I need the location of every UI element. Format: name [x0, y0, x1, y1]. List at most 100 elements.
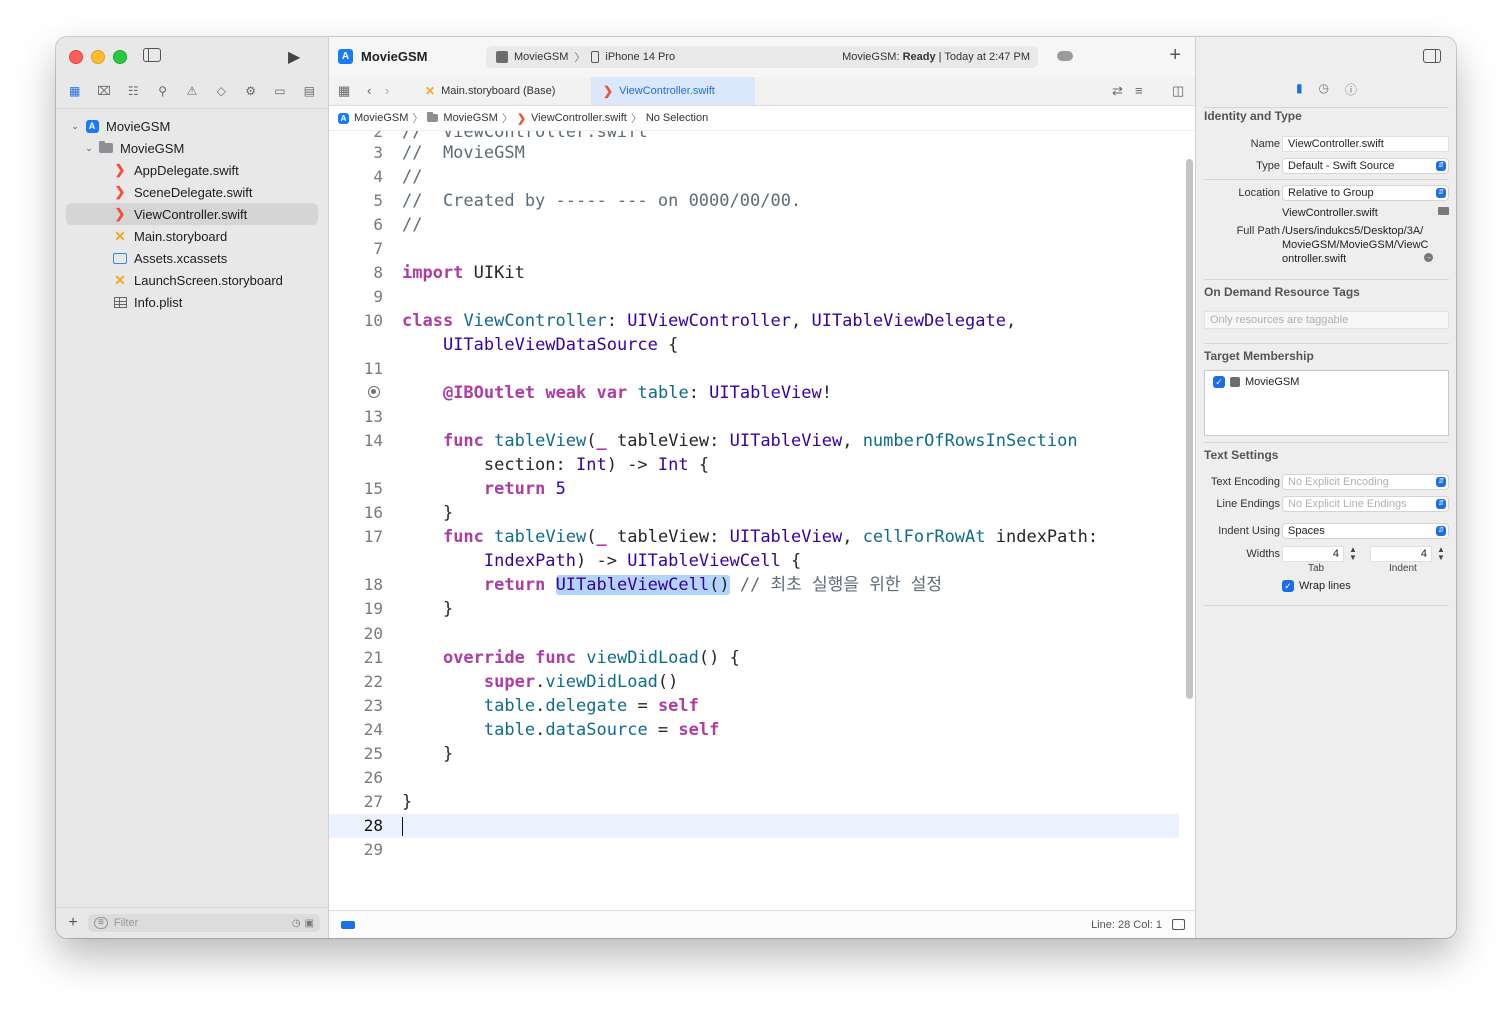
- iphone-icon: [591, 51, 600, 63]
- popup-arrows-icon: ⇵: [1436, 161, 1446, 171]
- tree-item-main-storyboard[interactable]: ✕ Main.storyboard: [56, 225, 328, 247]
- sidebar-toggle-icon[interactable]: [143, 48, 161, 62]
- line-endings-popup[interactable]: No Explicit Line Endings ⇵: [1282, 496, 1449, 512]
- run-button-icon[interactable]: ▶: [288, 47, 300, 67]
- chevron-right-icon: 〉: [574, 52, 586, 64]
- swap-editors-icon[interactable]: ⇄: [1112, 83, 1123, 99]
- editor-options-icon[interactable]: ≡: [1135, 83, 1143, 98]
- tree-item-launchscreen[interactable]: ✕ LaunchScreen.storyboard: [56, 269, 328, 291]
- location-popup[interactable]: Relative to Group ⇵: [1282, 185, 1449, 201]
- tab-main-storyboard[interactable]: ✕ Main.storyboard (Base): [413, 77, 591, 105]
- tab-viewcontroller[interactable]: ❯ ViewController.swift: [591, 77, 755, 105]
- project-icon: A: [338, 112, 349, 124]
- close-window-button[interactable]: [69, 50, 83, 64]
- window-toolbar: ▶ A MovieGSM MovieGSM 〉 iPhone 14 Pro Mo…: [288, 37, 1195, 78]
- scheme-device[interactable]: iPhone 14 Pro: [605, 51, 675, 63]
- app-target-icon: [1230, 377, 1240, 387]
- scheme-selector[interactable]: MovieGSM 〉 iPhone 14 Pro MovieGSM: Ready…: [486, 46, 1038, 68]
- library-add-button[interactable]: +: [1169, 45, 1181, 65]
- breadcrumb-item[interactable]: MovieGSM: [443, 112, 497, 124]
- file-inspector-tab-icon[interactable]: ▮: [1296, 81, 1303, 98]
- breadcrumb-item[interactable]: ViewController.swift: [531, 112, 627, 124]
- indent-width-field[interactable]: 4: [1370, 546, 1432, 562]
- navigator-filter-input[interactable]: ≡ Filter ◷ ▣: [88, 914, 320, 932]
- cloud-icon[interactable]: [1057, 51, 1073, 61]
- tree-item-group[interactable]: ⌄ MovieGSM: [56, 137, 328, 159]
- checkbox-checked-icon[interactable]: ✓: [1282, 580, 1294, 592]
- back-chevron-icon[interactable]: ‹: [367, 83, 371, 98]
- report-navigator-tab-icon[interactable]: ▤: [300, 83, 318, 99]
- tree-item-project[interactable]: ⌄ A MovieGSM: [56, 115, 328, 137]
- line-column-indicator: Line: 28 Col: 1: [1091, 918, 1162, 931]
- disclosure-open-icon[interactable]: ⌄: [84, 143, 94, 154]
- add-file-button[interactable]: +: [66, 914, 80, 932]
- related-items-grid-icon[interactable]: ▦: [338, 83, 350, 99]
- storyboard-icon: ✕: [114, 227, 126, 244]
- tree-item-scenedelegate[interactable]: ❯ SceneDelegate.swift: [56, 181, 328, 203]
- inspector-toggle-icon[interactable]: [1423, 49, 1441, 63]
- tree-item-viewcontroller[interactable]: ❯ ViewController.swift: [56, 203, 328, 225]
- chevron-right-icon: 〉: [412, 113, 424, 125]
- tab-caption: Tab: [1308, 563, 1325, 574]
- indent-using-popup[interactable]: Spaces ⇵: [1282, 523, 1449, 539]
- minimap-tag-icon[interactable]: [341, 920, 355, 929]
- popup-arrows-icon: ⇵: [1436, 526, 1446, 536]
- chevron-right-icon: 〉: [501, 113, 513, 125]
- project-navigator: ▦ ⌧ ☷ ⚲ ⚠ ◇ ⚙ ▭ ▤ ⌄ A MovieGSM ⌄ MovieGS…: [56, 37, 329, 938]
- breadcrumb-item[interactable]: MovieGSM: [354, 112, 408, 124]
- highlighted-symbol[interactable]: UITableViewCell(): [555, 575, 730, 595]
- forward-chevron-icon[interactable]: ›: [385, 83, 389, 98]
- code-line: 13: [363, 407, 383, 426]
- tab-width-stepper[interactable]: ▲ ▼: [1348, 546, 1358, 562]
- quick-help-tab-icon[interactable]: ⓘ: [1345, 81, 1357, 98]
- app-icon: A: [338, 49, 353, 64]
- tree-item-assets[interactable]: Assets.xcassets: [56, 247, 328, 269]
- tree-item-info-plist[interactable]: Info.plist: [56, 291, 328, 313]
- recent-files-icon[interactable]: ◷: [292, 918, 301, 929]
- history-inspector-tab-icon[interactable]: ◷: [1319, 81, 1329, 98]
- encoding-popup[interactable]: No Explicit Encoding ⇵: [1282, 474, 1449, 490]
- code-line: 11: [363, 359, 383, 378]
- code-line: 17 func tableView(_ tableView: UITableVi…: [363, 527, 1099, 547]
- type-popup[interactable]: Default - Swift Source ⇵: [1282, 158, 1449, 174]
- outlet-connection-icon[interactable]: [368, 386, 380, 398]
- symbol-navigator-tab-icon[interactable]: ☷: [124, 83, 142, 99]
- reveal-folder-icon[interactable]: [1438, 207, 1449, 215]
- debug-area-toggle-icon[interactable]: [1172, 919, 1185, 930]
- issue-navigator-tab-icon[interactable]: ⚠: [183, 83, 201, 99]
- editor-scrollbar[interactable]: [1186, 159, 1193, 699]
- find-navigator-tab-icon[interactable]: ⚲: [154, 83, 172, 99]
- disclosure-open-icon[interactable]: ⌄: [70, 121, 80, 132]
- swift-file-icon: ❯: [603, 84, 614, 98]
- target-row[interactable]: ✓ MovieGSM: [1213, 376, 1299, 388]
- source-control-filter-icon[interactable]: ▣: [305, 918, 314, 929]
- test-navigator-tab-icon[interactable]: ◇: [212, 83, 230, 99]
- split-editor-icon[interactable]: ◫: [1172, 83, 1184, 99]
- code-line: IndexPath) -> UITableViewCell {: [483, 551, 802, 571]
- zoom-window-button[interactable]: [113, 50, 127, 64]
- checkbox-checked-icon[interactable]: ✓: [1213, 376, 1225, 388]
- name-field[interactable]: ViewController.swift: [1282, 136, 1449, 152]
- reveal-in-finder-arrow-icon[interactable]: →: [1424, 253, 1433, 262]
- odr-tags-field[interactable]: Only resources are taggable: [1204, 311, 1449, 329]
- code-line: 18 return UITableViewCell() // 최초 실행을 위한…: [363, 575, 942, 595]
- code-editor[interactable]: 2// ViewController.swift 3// MovieGSM 4/…: [329, 131, 1179, 910]
- debug-navigator-tab-icon[interactable]: ⚙: [242, 83, 260, 99]
- breadcrumb-item[interactable]: No Selection: [646, 112, 708, 124]
- minimize-window-button[interactable]: [91, 50, 105, 64]
- project-navigator-tab-icon[interactable]: ▦: [66, 83, 84, 99]
- location-label: Location: [1238, 187, 1280, 199]
- line-endings-label: Line Endings: [1216, 498, 1280, 510]
- tree-item-appdelegate[interactable]: ❯ AppDelegate.swift: [56, 159, 328, 181]
- code-line: 23 table.delegate = self: [363, 696, 699, 716]
- source-control-navigator-tab-icon[interactable]: ⌧: [95, 83, 113, 99]
- breakpoint-navigator-tab-icon[interactable]: ▭: [271, 83, 289, 99]
- scheme-app-name[interactable]: MovieGSM: [514, 51, 568, 63]
- navigator-tab-bar: ▦ ⌧ ☷ ⚲ ⚠ ◇ ⚙ ▭ ▤: [56, 81, 328, 101]
- popup-arrows-icon: ⇵: [1436, 188, 1446, 198]
- window-controls: [69, 50, 127, 64]
- code-line: 6//: [373, 215, 423, 235]
- wrap-lines-checkbox[interactable]: ✓ Wrap lines: [1282, 580, 1351, 592]
- tab-width-field[interactable]: 4: [1282, 546, 1344, 562]
- indent-width-stepper[interactable]: ▲ ▼: [1436, 546, 1446, 562]
